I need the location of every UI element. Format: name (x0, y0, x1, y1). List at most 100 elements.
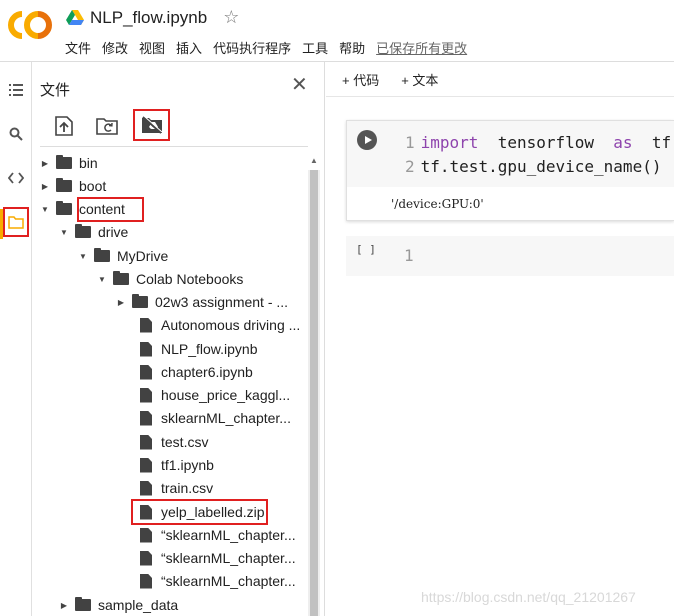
tree-item-label: MyDrive (117, 248, 169, 264)
code-keyword: import (420, 133, 479, 152)
menu-view[interactable]: 视图 (139, 38, 165, 57)
add-code-button[interactable]: + 代码 (342, 70, 379, 89)
folder-icon (113, 271, 129, 285)
folder-icon (56, 178, 72, 192)
left-rail (0, 62, 32, 616)
tree-item-file[interactable]: “sklearnML_chapter... (140, 547, 296, 569)
search-icon[interactable] (4, 122, 28, 146)
code-module: tensorflow (497, 133, 595, 152)
file-icon (140, 573, 152, 589)
tree-item-file[interactable]: sklearnML_chapter... (140, 407, 291, 429)
code-line: 2 tf.test.gpu_device_name() (405, 157, 661, 176)
file-icon (140, 434, 152, 450)
tree-item-file[interactable]: “sklearnML_chapter... (140, 524, 296, 546)
highlight-box (77, 197, 144, 222)
title-row: NLP_flow.ipynb ☆ (66, 7, 239, 28)
line-number: 2 (405, 157, 415, 176)
code-icon[interactable] (4, 166, 28, 190)
line-number: 1 (404, 246, 414, 265)
collapse-arrow-icon[interactable]: ▼ (78, 252, 88, 261)
folder-icon (75, 224, 91, 238)
colab-logo[interactable] (8, 10, 52, 40)
expand-arrow-icon[interactable]: ▶ (40, 159, 50, 168)
tree-item-label: sklearnML_chapter... (161, 410, 291, 426)
file-icon (140, 364, 152, 380)
folder-icon[interactable] (3, 207, 29, 237)
tree-item-file[interactable]: tf1.ipynb (140, 454, 214, 476)
close-icon[interactable]: ✕ (291, 75, 308, 95)
file-icon (140, 480, 152, 496)
tree-item-file[interactable]: NLP_flow.ipynb (140, 338, 258, 360)
tree-item-boot[interactable]: ▶ boot (40, 175, 106, 197)
highlight-box (131, 499, 268, 525)
menu-runtime[interactable]: 代码执行程序 (213, 38, 291, 57)
cell-output: '/device:GPU:0' (391, 197, 484, 211)
folder-icon (132, 294, 148, 308)
file-icon (140, 527, 152, 543)
folder-icon (56, 155, 72, 169)
menu-edit[interactable]: 修改 (102, 38, 128, 57)
watermark: https://blog.csdn.net/qq_21201267 (421, 589, 636, 605)
tree-item-label: Autonomous driving ... (161, 317, 301, 333)
notebook-toolbar-divider (326, 96, 674, 97)
expand-arrow-icon[interactable]: ▶ (116, 298, 126, 307)
folder-icon (56, 201, 72, 215)
menu-insert[interactable]: 插入 (176, 38, 202, 57)
google-drive-icon (66, 9, 84, 26)
tree-item-label: sample_data (98, 597, 179, 613)
tree-item-label: house_price_kaggl... (161, 387, 291, 403)
tree-item-colab-notebooks[interactable]: ▼ Colab Notebooks (97, 268, 243, 290)
scrollbar-thumb[interactable] (310, 170, 318, 616)
collapse-arrow-icon[interactable]: ▼ (40, 205, 50, 214)
file-icon (140, 317, 152, 333)
tree-item-label: 02w3 assignment - ... (155, 294, 289, 310)
panel-divider[interactable] (324, 62, 325, 616)
run-cell-button[interactable] (357, 130, 377, 150)
file-icon (140, 550, 152, 566)
tree-item-file[interactable]: “sklearnML_chapter... (140, 570, 296, 592)
folder-icon (94, 248, 110, 262)
folder-icon (75, 597, 91, 611)
tree-item-file[interactable]: Autonomous driving ... (140, 314, 300, 336)
tree-item-file[interactable]: test.csv (140, 431, 208, 453)
line-number: 1 (405, 133, 415, 152)
refresh-folder-icon[interactable] (92, 111, 122, 141)
expand-arrow-icon[interactable]: ▶ (40, 182, 50, 191)
collapse-arrow-icon[interactable]: ▼ (97, 275, 107, 284)
collapse-arrow-icon[interactable]: ▼ (59, 228, 69, 237)
file-icon (140, 341, 152, 357)
tree-item-label: NLP_flow.ipynb (161, 341, 258, 357)
tree-item-label: “sklearnML_chapter... (161, 550, 296, 566)
code-cell[interactable]: 1 import tensorflow as tf 2 tf.test.gpu_de… (346, 120, 674, 221)
toolbar-divider (40, 146, 308, 147)
add-text-button[interactable]: + 文本 (401, 70, 438, 89)
expand-arrow-icon[interactable]: ▶ (59, 601, 69, 610)
notebook-toolbar: + 代码 + 文本 (342, 70, 460, 89)
tree-item-label: boot (79, 178, 107, 194)
scroll-up-arrow-icon[interactable]: ▲ (310, 156, 318, 165)
tree-item-mydrive[interactable]: ▼ MyDrive (78, 245, 168, 267)
tree-item-file[interactable]: chapter6.ipynb (140, 361, 253, 383)
upload-icon[interactable] (49, 111, 79, 141)
tree-item-drive[interactable]: ▼ drive (59, 221, 128, 243)
notebook-title[interactable]: NLP_flow.ipynb (90, 8, 207, 28)
code-alias: tf (651, 133, 672, 152)
tree-item-sample-data[interactable]: ▶ sample_data (59, 594, 178, 616)
menu-bar: 文件 修改 视图 插入 代码执行程序 工具 帮助 已保存所有更改 (65, 38, 478, 57)
menu-help[interactable]: 帮助 (339, 38, 365, 57)
execution-marker[interactable]: [ ] (356, 243, 376, 256)
code-editor[interactable]: 1 import tensorflow as tf 2 tf.test.gpu_de… (385, 121, 674, 187)
list-icon[interactable] (4, 78, 28, 102)
menu-tools[interactable]: 工具 (302, 38, 328, 57)
tree-item-bin[interactable]: ▶ bin (40, 152, 98, 174)
menu-file[interactable]: 文件 (65, 38, 91, 57)
star-icon[interactable]: ☆ (223, 7, 239, 28)
saved-status[interactable]: 已保存所有更改 (376, 38, 467, 57)
tree-item-file[interactable]: train.csv (140, 477, 213, 499)
tree-item-label: “sklearnML_chapter... (161, 527, 296, 543)
tree-item-label: chapter6.ipynb (161, 364, 253, 380)
code-cell-empty[interactable]: [ ] 1 (346, 236, 674, 276)
mount-drive-icon[interactable] (133, 109, 170, 141)
tree-item-file[interactable]: house_price_kaggl... (140, 384, 290, 406)
tree-item-02w3-assignment[interactable]: ▶ 02w3 assignment - ... (116, 291, 288, 313)
